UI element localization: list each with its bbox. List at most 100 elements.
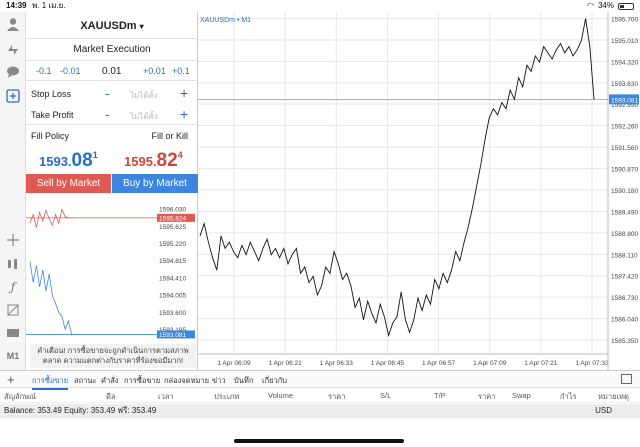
take-profit-input[interactable]: ไม่ได้ตั้ง bbox=[130, 110, 158, 123]
y-tick-label: 1588.800 bbox=[611, 231, 638, 238]
app-root: 14:39 พ. 1 เม.ย. ◠ 34% ƒ M1 XAUUSDm ▾ Ma… bbox=[0, 0, 640, 447]
tick-chart: 1596.0301595.824 1595.625 1595.220 1594.815… bbox=[26, 207, 195, 339]
volume-step-minus-0.01[interactable]: -0.01 bbox=[60, 66, 81, 76]
y-tick-label: 1594.320 bbox=[611, 59, 638, 66]
indicators-icon[interactable] bbox=[5, 256, 21, 272]
tick-price-label: 1593.081 bbox=[159, 332, 186, 339]
stop-loss-label: Stop Loss bbox=[31, 89, 72, 99]
crosshair-icon[interactable] bbox=[5, 232, 21, 248]
y-tick-label: 1595.700 bbox=[611, 17, 638, 24]
tick-price-label: 1594.005 bbox=[159, 293, 186, 300]
stop-loss-input[interactable]: ไม่ได้ตั้ง bbox=[130, 89, 158, 102]
status-bar: 14:39 พ. 1 เม.ย. ◠ 34% bbox=[0, 0, 640, 12]
tick-price-label: 1596.030 bbox=[159, 207, 186, 214]
market-warning: คำเตือน! การซื้อขายจะถูกดำเนินการตามสภาพ… bbox=[30, 344, 196, 368]
trade-table-header: สัญลักษณ์ ดีล เวลา ประเภท Volume ราคา S/… bbox=[0, 389, 640, 403]
col-tp: T/P bbox=[434, 391, 446, 400]
wifi-icon: ◠ bbox=[587, 1, 594, 10]
tick-price-label: 1595.220 bbox=[159, 241, 186, 248]
sell-by-market-button[interactable]: Sell by Market bbox=[26, 174, 111, 193]
x-tick-label: 1 Apr 07:21 bbox=[524, 360, 558, 367]
bid-price: 1593.081 bbox=[39, 150, 98, 172]
col-type: ประเภท bbox=[214, 392, 240, 401]
objects-icon[interactable] bbox=[5, 302, 21, 318]
divider bbox=[26, 38, 198, 39]
tab-positions[interactable]: สถานะ bbox=[74, 375, 97, 387]
new-order-icon[interactable] bbox=[5, 88, 21, 104]
battery-icon bbox=[618, 2, 634, 10]
bid-price-big: 08 bbox=[71, 150, 93, 171]
price-chart-svg: 1595.7001595.0101594.3201593.6301592.950… bbox=[198, 12, 639, 370]
fill-policy-label: Fill Policy bbox=[31, 131, 70, 141]
y-tick-label: 1593.630 bbox=[611, 81, 638, 88]
volume-value[interactable]: 0.01 bbox=[102, 66, 121, 77]
tab-about[interactable]: เกี่ยวกับ bbox=[262, 375, 287, 387]
buy-by-market-button[interactable]: Buy by Market bbox=[112, 174, 198, 193]
volume-step-plus-0.1[interactable]: +0.1 bbox=[172, 66, 190, 76]
ask-price-sup: 4 bbox=[177, 150, 183, 160]
col-time: เวลา bbox=[158, 392, 174, 401]
y-tick-label: 1591.560 bbox=[611, 145, 638, 152]
function-icon[interactable]: ƒ bbox=[5, 279, 21, 295]
y-tick-label: 1586.730 bbox=[611, 295, 638, 302]
tab-trade[interactable]: การซื้อขาย bbox=[32, 375, 69, 390]
bid-price-main: 1593. bbox=[39, 154, 72, 169]
bottom-tab-bar: + การซื้อขาย สถานะ คำสั่ง การซื้อขาย กล่… bbox=[0, 370, 640, 390]
col-swap: Swap bbox=[512, 391, 531, 400]
col-price: ราคา bbox=[328, 392, 346, 401]
y-tick-label: 1588.110 bbox=[611, 252, 638, 259]
volume-step-plus-0.01[interactable]: +0.01 bbox=[143, 66, 166, 76]
bid-tick-series bbox=[29, 261, 78, 335]
x-tick-label: 1 Apr 06:45 bbox=[371, 360, 405, 367]
y-tick-label: 1590.870 bbox=[611, 167, 638, 174]
take-profit-plus-button[interactable]: + bbox=[180, 106, 188, 122]
account-icon[interactable] bbox=[5, 16, 21, 32]
x-tick-label: 1 Apr 07:33 bbox=[575, 360, 609, 367]
tab-orders[interactable]: คำสั่ง bbox=[101, 375, 118, 387]
stop-loss-minus-button[interactable]: - bbox=[105, 85, 110, 101]
expand-panel-icon[interactable] bbox=[621, 374, 632, 384]
y-tick-label: 1590.180 bbox=[611, 188, 638, 195]
add-icon[interactable]: + bbox=[7, 372, 15, 387]
y-tick-label: 1595.010 bbox=[611, 38, 638, 45]
balance-row: Balance: 353.49 Equity: 353.49 ฟรี: 353.… bbox=[0, 404, 640, 418]
divider bbox=[26, 60, 198, 61]
col-volume: Volume bbox=[268, 391, 294, 400]
ask-tick-series bbox=[29, 208, 75, 228]
stop-loss-plus-button[interactable]: + bbox=[180, 85, 188, 101]
quotes-icon[interactable] bbox=[5, 40, 21, 56]
tab-mailbox[interactable]: กล่องจดหมาย bbox=[164, 375, 209, 387]
col-comment: หมายเหตุ bbox=[598, 392, 629, 401]
templates-icon[interactable] bbox=[5, 325, 21, 341]
status-time: 14:39 bbox=[6, 1, 27, 10]
chat-icon[interactable] bbox=[5, 64, 21, 80]
y-tick-label: 1587.420 bbox=[611, 274, 638, 281]
battery-percent: 34% bbox=[597, 1, 614, 10]
y-tick-label: 1592.260 bbox=[611, 123, 638, 130]
col-price-current: ราคา bbox=[478, 392, 496, 401]
account-currency: USD bbox=[595, 406, 612, 415]
price-chart[interactable]: 1595.700 1595.010 1594.320 1593.630 1592.950… bbox=[198, 12, 640, 370]
home-indicator[interactable] bbox=[234, 439, 404, 443]
x-tick-label: 1 Apr 06:21 bbox=[269, 360, 303, 367]
col-profit: กำไร bbox=[560, 392, 577, 401]
ask-price: 1595.824 bbox=[124, 150, 183, 172]
volume-step-minus-0.1[interactable]: -0.1 bbox=[36, 66, 52, 76]
tab-journal[interactable]: บันทึก bbox=[234, 375, 253, 387]
ask-price-big: 82 bbox=[156, 150, 178, 171]
symbol-selector[interactable]: XAUUSDm ▾ bbox=[26, 20, 198, 32]
timeframe-button[interactable]: M1 bbox=[5, 348, 21, 364]
divider bbox=[26, 124, 198, 125]
y-tick-label: 1589.490 bbox=[611, 209, 638, 216]
left-toolbar: ƒ M1 bbox=[0, 12, 26, 370]
chart-title: XAUUSDm • M1 bbox=[200, 17, 251, 24]
stop-loss-row: Stop Loss - ไม่ได้ตั้ง + bbox=[26, 85, 198, 102]
take-profit-minus-button[interactable]: - bbox=[105, 106, 110, 122]
execution-type[interactable]: Market Execution bbox=[26, 44, 198, 55]
ask-price-main: 1595. bbox=[124, 154, 157, 169]
x-tick-label: 1 Apr 06:09 bbox=[217, 360, 251, 367]
status-right: ◠ 34% bbox=[587, 0, 634, 12]
tab-news[interactable]: ข่าว bbox=[212, 375, 226, 387]
y-tick-label: 1585.350 bbox=[611, 338, 638, 345]
tab-history[interactable]: การซื้อขาย bbox=[124, 375, 160, 387]
